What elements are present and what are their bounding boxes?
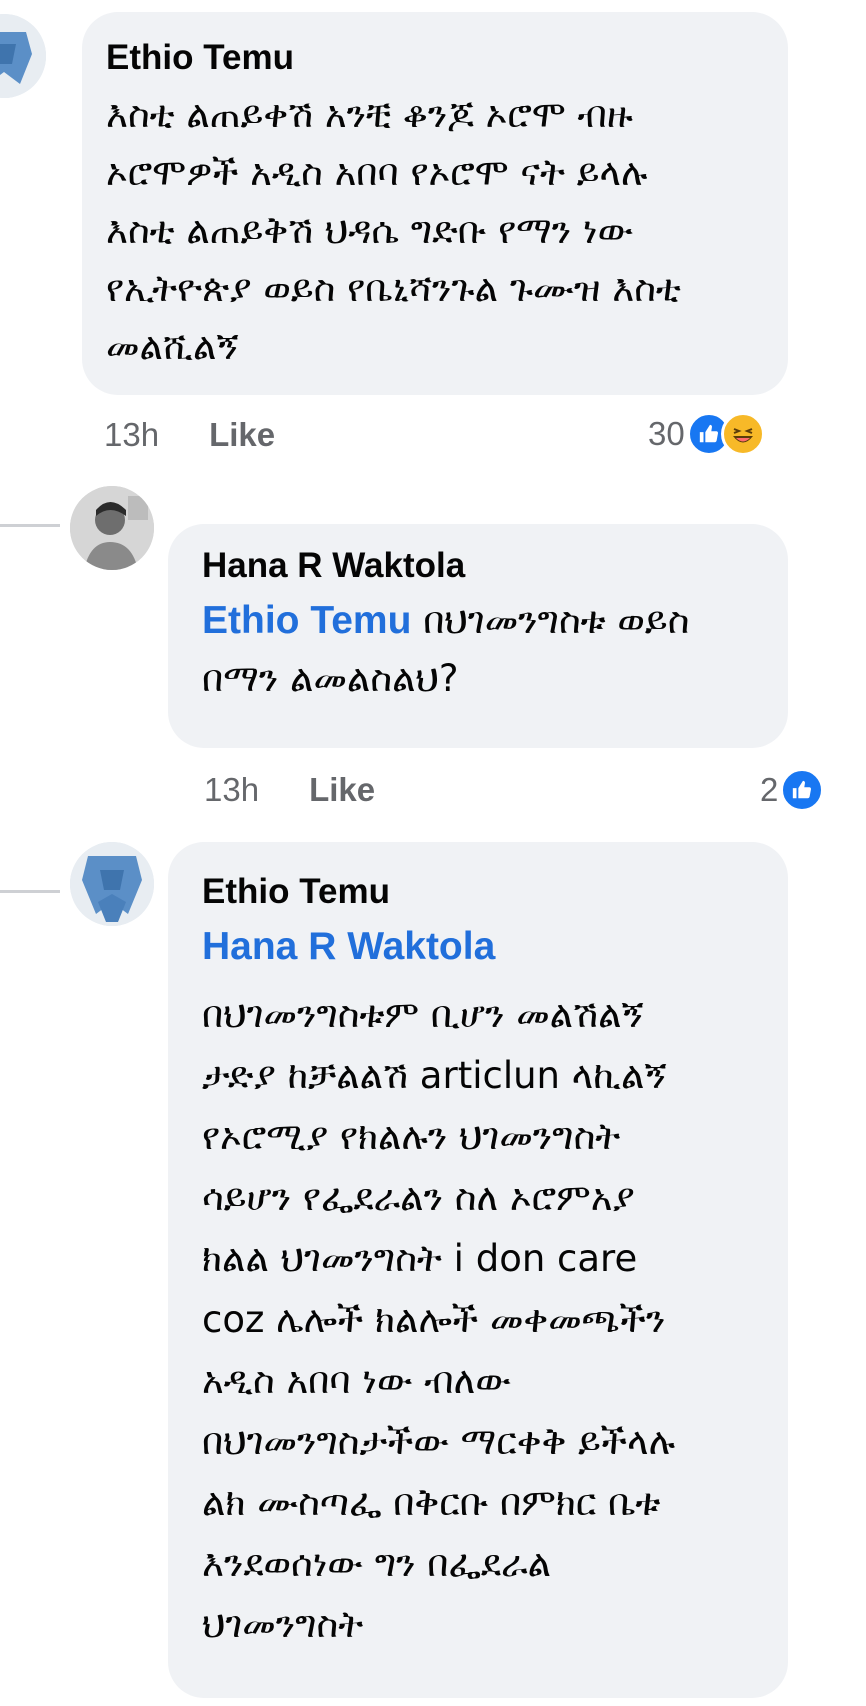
comment-time[interactable]: 13h bbox=[104, 416, 159, 454]
reaction-count: 30 bbox=[648, 415, 685, 452]
like-icon bbox=[780, 768, 825, 812]
thread-connector bbox=[0, 524, 60, 527]
comment-meta: 13h Like bbox=[204, 771, 375, 809]
like-button[interactable]: Like bbox=[309, 771, 375, 809]
comment-author[interactable]: Hana R Waktola bbox=[202, 546, 762, 586]
avatar-image bbox=[0, 14, 46, 98]
comment-time[interactable]: 13h bbox=[204, 771, 259, 809]
reaction-summary[interactable]: 2 bbox=[760, 768, 825, 812]
avatar-image bbox=[70, 486, 154, 570]
reaction-summary[interactable]: 30 bbox=[648, 412, 765, 456]
comment-bubble: Ethio Temu እስቲ ልጠይቀሽ አንቺ ቆንጆ ኦሮሞ ብዙ ኦሮሞዎ… bbox=[82, 12, 788, 395]
avatar[interactable] bbox=[70, 842, 154, 926]
reply-bubble: Ethio Temu Hana R Waktola በህገመንግስቱም ቢሆን … bbox=[168, 842, 788, 1698]
avatar[interactable] bbox=[70, 486, 154, 570]
comment-text: እስቲ ልጠይቀሽ አንቺ ቆንጆ ኦሮሞ ብዙ ኦሮሞዎች አዲስ አበባ የ… bbox=[106, 93, 681, 368]
avatar[interactable] bbox=[0, 14, 46, 98]
haha-icon bbox=[720, 412, 765, 456]
comment-meta: 13h Like bbox=[104, 416, 275, 454]
comment-author[interactable]: Ethio Temu bbox=[106, 38, 764, 78]
reaction-count: 2 bbox=[760, 771, 779, 808]
comment-text: Ethio Temu በህገመንግስቱ ወይስ በማን ልመልስልህ? bbox=[202, 592, 762, 708]
like-button[interactable]: Like bbox=[209, 416, 275, 454]
avatar-image bbox=[70, 842, 154, 926]
thread-connector bbox=[0, 890, 60, 893]
mention-link[interactable]: Ethio Temu bbox=[202, 599, 411, 642]
comment-text: በህገመንግስቱም ቢሆን መልሽልኝ ታድያ ከቻልልሽ articlun ላ… bbox=[202, 993, 676, 1646]
comment-author[interactable]: Ethio Temu bbox=[202, 872, 762, 912]
reply-bubble: Hana R Waktola Ethio Temu በህገመንግስቱ ወይስ በ… bbox=[168, 524, 788, 748]
mention-link[interactable]: Hana R Waktola bbox=[202, 922, 762, 972]
